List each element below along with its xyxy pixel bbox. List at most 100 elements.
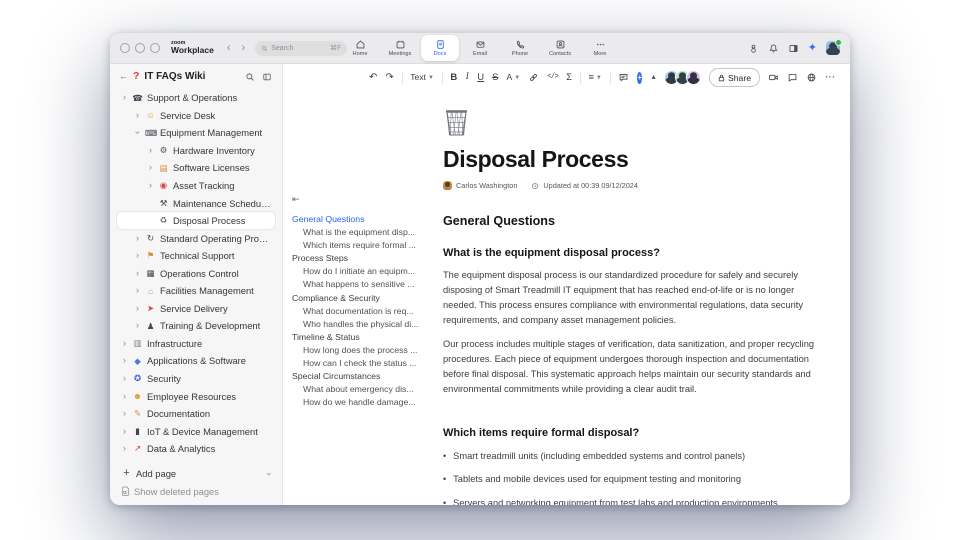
profile-icon[interactable]	[748, 43, 759, 54]
chevron-right-icon[interactable]	[121, 392, 128, 401]
chevron-right-icon[interactable]	[121, 427, 128, 436]
toc-item[interactable]: How long does the process ...	[292, 344, 426, 357]
video-button[interactable]	[768, 72, 779, 83]
underline-button[interactable]: U	[477, 73, 484, 83]
sidebar-item-equipment-management[interactable]: ⌨Equipment Management	[117, 124, 275, 142]
tab-meetings[interactable]: Meetings	[381, 35, 419, 61]
toc-item[interactable]: Which items require formal ...	[292, 239, 426, 252]
insert-link-button[interactable]	[528, 72, 539, 83]
text-style-dropdown[interactable]: Text ▼	[410, 73, 434, 82]
toc-section[interactable]: General Questions	[292, 213, 426, 226]
sidebar-item-support-operations[interactable]: ☎Support & Operations	[117, 89, 275, 107]
forward-arrow-icon[interactable]: ›	[242, 42, 246, 54]
collaborator-avatars[interactable]	[664, 70, 702, 85]
minimize-window-button[interactable]	[135, 43, 145, 53]
share-button[interactable]: Share	[709, 68, 760, 87]
toc-item[interactable]: How do I initiate an equipm...	[292, 265, 426, 278]
sidebar-item-operations-control[interactable]: ▦Operations Control	[117, 264, 275, 282]
tab-email[interactable]: Email	[461, 35, 499, 61]
sidebar-item-service-desk[interactable]: ☺Service Desk	[117, 107, 275, 125]
toc-item[interactable]: Who handles the physical di...	[292, 318, 426, 331]
chevron-down-icon[interactable]	[133, 129, 142, 136]
sidebar-item-infrastructure[interactable]: ▥Infrastructure	[117, 335, 275, 353]
close-window-button[interactable]	[120, 43, 130, 53]
sidebar-back-icon[interactable]: ←	[119, 72, 128, 81]
collapse-list-chevron-icon[interactable]: ›	[265, 472, 275, 475]
tab-docs[interactable]: Docs	[421, 35, 459, 61]
sidebar-item-data-analytics[interactable]: ↗Data & Analytics	[117, 440, 275, 458]
sidebar-item-hardware-inventory[interactable]: ⚙Hardware Inventory	[117, 142, 275, 160]
back-arrow-icon[interactable]: ‹	[227, 42, 231, 54]
chevron-right-icon[interactable]	[147, 146, 154, 155]
chevron-right-icon[interactable]	[134, 234, 141, 243]
sidebar-item-employee-resources[interactable]: ☻Employee Resources	[117, 387, 275, 405]
chevron-right-icon[interactable]	[121, 374, 128, 383]
notifications-bell-icon[interactable]	[768, 43, 779, 54]
chevron-right-icon[interactable]	[134, 321, 141, 330]
chevron-right-icon[interactable]	[121, 356, 128, 365]
chevron-right-icon[interactable]	[121, 93, 128, 102]
tab-home[interactable]: Home	[341, 35, 379, 61]
chevron-right-icon[interactable]	[121, 444, 128, 453]
language-button[interactable]	[806, 72, 817, 83]
sidebar-item-disposal-process[interactable]: ♻ Disposal Process	[117, 211, 275, 230]
tab-more[interactable]: More	[581, 35, 619, 61]
sidebar-item-asset-tracking[interactable]: ◉Asset Tracking	[117, 177, 275, 195]
sidebar-item-software-licenses[interactable]: ▤Software Licenses	[117, 159, 275, 177]
global-search-input[interactable]: Search ⌘F	[255, 40, 348, 56]
sidebar-item-maintenance-schedules[interactable]: ⚒ Maintenance Schedules	[117, 194, 275, 212]
sidebar-item-technical-support[interactable]: ⚑Technical Support	[117, 247, 275, 265]
chevron-right-icon[interactable]	[147, 181, 154, 190]
tab-contacts[interactable]: Contacts	[541, 35, 579, 61]
sidebar-item-training-development[interactable]: ♟Training & Development	[117, 317, 275, 335]
chevron-right-icon[interactable]	[134, 251, 141, 260]
side-panel-icon[interactable]	[788, 43, 799, 54]
collapse-toolbar-icon[interactable]: ▲	[650, 74, 657, 81]
chevron-right-icon[interactable]	[134, 269, 141, 278]
show-deleted-pages-button[interactable]: Show deleted pages	[117, 482, 275, 500]
user-avatar[interactable]	[826, 39, 842, 55]
sidebar-item-facilities-management[interactable]: ⌂Facilities Management	[117, 282, 275, 300]
sidebar-search-icon[interactable]	[245, 72, 255, 82]
chevron-right-icon[interactable]	[134, 286, 141, 295]
toc-item[interactable]: What documentation is req...	[292, 305, 426, 318]
chat-button[interactable]	[787, 72, 798, 83]
toc-item[interactable]: What is the equipment disp...	[292, 226, 426, 239]
bold-button[interactable]: B	[450, 73, 457, 83]
ai-companion-icon[interactable]: ✦	[808, 42, 817, 54]
sidebar-item-iot-device-management[interactable]: ▮IoT & Device Management	[117, 422, 275, 440]
italic-button[interactable]: I	[465, 72, 469, 83]
chevron-right-icon[interactable]	[134, 304, 141, 313]
sidebar-item-service-delivery[interactable]: ➤Service Delivery	[117, 300, 275, 318]
maximize-window-button[interactable]	[150, 43, 160, 53]
code-button[interactable]: </>	[547, 74, 559, 81]
text-color-dropdown[interactable]: A ▼	[507, 73, 521, 82]
list-format-dropdown[interactable]: ≡ ▼	[589, 73, 602, 82]
sidebar-item-security[interactable]: ✪Security	[117, 370, 275, 388]
toolbar-more-button[interactable]: ⋯	[825, 72, 836, 83]
sidebar-item-standard-operating-procedures[interactable]: ↻Standard Operating Procedures	[117, 229, 275, 247]
formula-button[interactable]: Σ	[566, 73, 572, 83]
strikethrough-button[interactable]: S	[492, 73, 498, 83]
tab-phone[interactable]: Phone	[501, 35, 539, 61]
chevron-right-icon[interactable]	[147, 163, 154, 172]
toc-section[interactable]: Special Circumstances	[292, 370, 426, 383]
comment-button[interactable]	[618, 72, 629, 83]
ai-companion-button[interactable]: +	[637, 71, 643, 84]
collapse-sidebar-icon[interactable]	[262, 72, 272, 82]
chevron-right-icon[interactable]	[121, 339, 128, 348]
toc-section[interactable]: Process Steps	[292, 252, 426, 265]
sidebar-item-applications-software[interactable]: ◆Applications & Software	[117, 352, 275, 370]
toc-item[interactable]: How do we handle damage...	[292, 396, 426, 409]
toc-item[interactable]: What about emergency dis...	[292, 383, 426, 396]
collapse-outline-icon[interactable]	[292, 195, 426, 204]
add-page-button[interactable]: + Add page ›	[117, 465, 275, 483]
toc-section[interactable]: Timeline & Status	[292, 331, 426, 344]
chevron-right-icon[interactable]	[121, 409, 128, 418]
toc-item[interactable]: What happens to sensitive ...	[292, 278, 426, 291]
undo-button[interactable]: ↶	[369, 72, 377, 83]
sidebar-item-documentation[interactable]: ✎Documentation	[117, 405, 275, 423]
redo-button[interactable]: ↷	[385, 72, 393, 83]
document-editor[interactable]: Disposal Process Carlos Washington Updat…	[430, 91, 850, 505]
toc-section[interactable]: Compliance & Security	[292, 292, 426, 305]
